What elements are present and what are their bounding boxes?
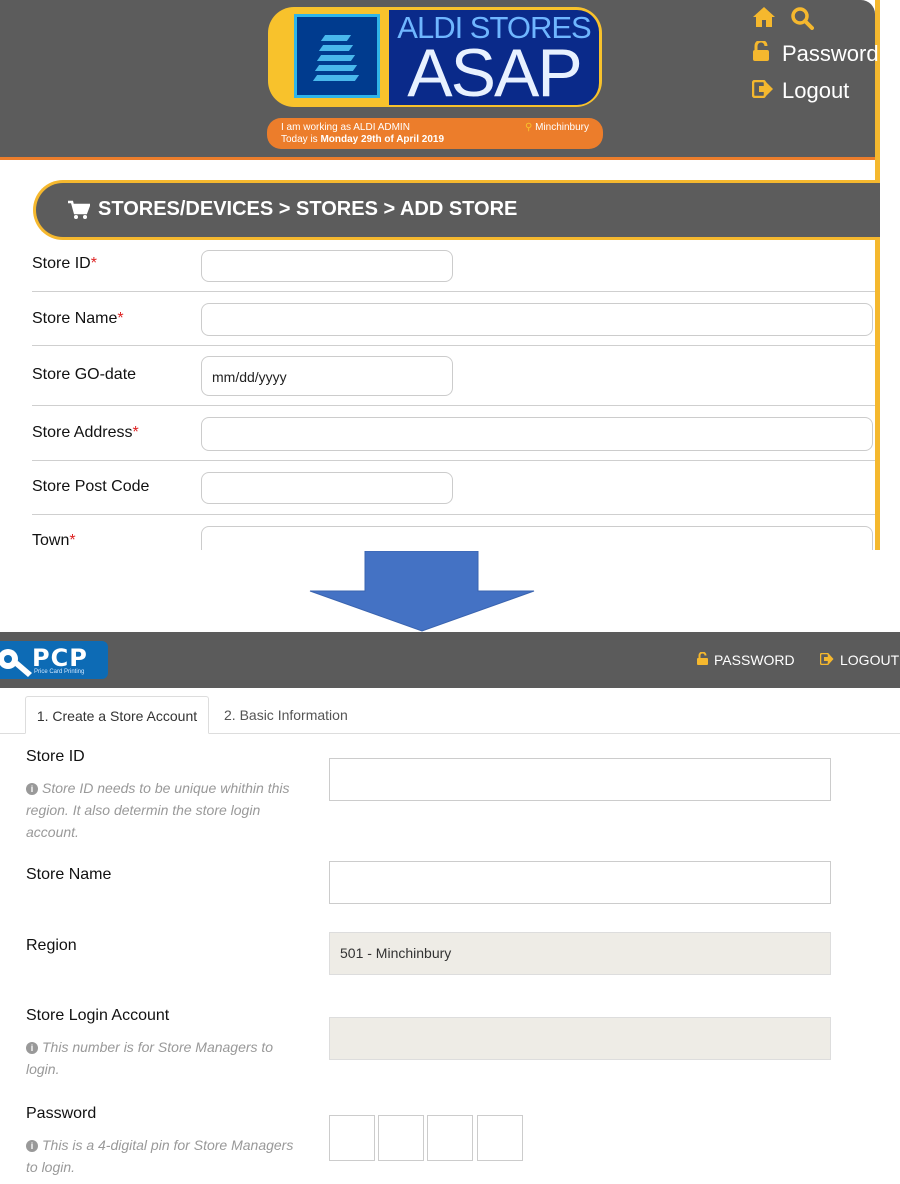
status-bar: I am working as ALDI ADMIN Today is Mond… xyxy=(267,118,603,149)
town-input[interactable] xyxy=(201,526,873,550)
store-address-input[interactable] xyxy=(201,417,873,451)
store-login-account-label: Store Login Account xyxy=(26,1007,170,1024)
store-name-label: Store Name xyxy=(26,866,112,883)
lock-icon xyxy=(752,39,774,67)
store-login-account-help: i This number is for Store Managers to lo… xyxy=(26,1039,274,1077)
store-id-input[interactable] xyxy=(329,758,831,801)
store-login-account-field xyxy=(329,1017,831,1060)
store-id-label: Store ID* xyxy=(32,255,97,272)
pcp-logo-subtitle: Price Card Printing xyxy=(34,669,85,675)
tab-basic-information[interactable]: 2. Basic Information xyxy=(224,696,384,734)
password-link[interactable]: Password xyxy=(752,39,879,67)
store-go-date-input[interactable]: mm/dd/yyyy xyxy=(201,356,453,396)
lock-icon xyxy=(697,651,708,668)
info-icon: i xyxy=(26,1140,38,1152)
tab-create-store-account[interactable]: 1. Create a Store Account xyxy=(25,696,209,734)
store-post-code-label: Store Post Code xyxy=(32,478,150,495)
pcp-logout-link[interactable]: LOGOUT xyxy=(819,652,899,668)
key-icon xyxy=(0,649,32,677)
row-divider xyxy=(32,291,875,292)
store-address-label: Store Address* xyxy=(32,424,139,441)
row-divider xyxy=(32,514,875,515)
cart-icon xyxy=(68,200,90,219)
pin-digit-1[interactable] xyxy=(329,1115,375,1161)
store-id-label: Store ID xyxy=(26,748,85,765)
header-divider xyxy=(0,157,875,160)
home-icon[interactable] xyxy=(752,6,776,28)
today-text: Today is Monday 29th of April 2019 xyxy=(281,134,445,145)
region-label: Region xyxy=(26,937,77,954)
store-id-help: i Store ID needs to be unique whithin thi… xyxy=(26,780,290,840)
logo-subtitle: ASAP xyxy=(407,35,582,111)
row-divider xyxy=(32,405,875,406)
store-id-input[interactable] xyxy=(201,250,453,282)
row-divider xyxy=(32,460,875,461)
search-icon[interactable] xyxy=(790,6,814,30)
region-field: 501 - Minchinbury xyxy=(329,932,831,975)
working-as-text: I am working as ALDI ADMIN xyxy=(281,122,410,133)
breadcrumb: STORES/DEVICES > STORES > ADD STORE xyxy=(98,198,518,220)
store-name-input[interactable] xyxy=(201,303,873,336)
store-post-code-input[interactable] xyxy=(201,472,453,504)
logout-icon xyxy=(819,652,834,668)
logout-link[interactable]: Logout xyxy=(751,78,849,104)
pcp-password-link[interactable]: PASSWORD xyxy=(697,651,795,668)
pcp-logo-text: PCP xyxy=(32,644,88,672)
info-icon: i xyxy=(26,1042,38,1054)
location-text[interactable]: ⚲ Minchinbury xyxy=(525,122,589,133)
pin-digit-3[interactable] xyxy=(427,1115,473,1161)
pin-digit-2[interactable] xyxy=(378,1115,424,1161)
right-border xyxy=(875,0,880,550)
location-pin-icon: ⚲ xyxy=(524,122,533,133)
store-name-label: Store Name* xyxy=(32,310,124,327)
password-label: Password xyxy=(26,1105,97,1122)
info-icon: i xyxy=(26,783,38,795)
down-arrow xyxy=(309,551,535,632)
town-label: Town* xyxy=(32,532,76,549)
logout-icon xyxy=(751,78,774,104)
password-help: i This is a 4-digital pin for Store Manag… xyxy=(26,1137,294,1175)
aldi-asap-screen: ALDI STORES ASAP I am working as ALDI AD… xyxy=(0,0,880,550)
pin-digit-4[interactable] xyxy=(477,1115,523,1161)
row-divider xyxy=(32,345,875,346)
store-go-date-label: Store GO-date xyxy=(32,366,137,383)
store-name-input[interactable] xyxy=(329,861,831,904)
aldi-logo-mark xyxy=(294,14,380,98)
